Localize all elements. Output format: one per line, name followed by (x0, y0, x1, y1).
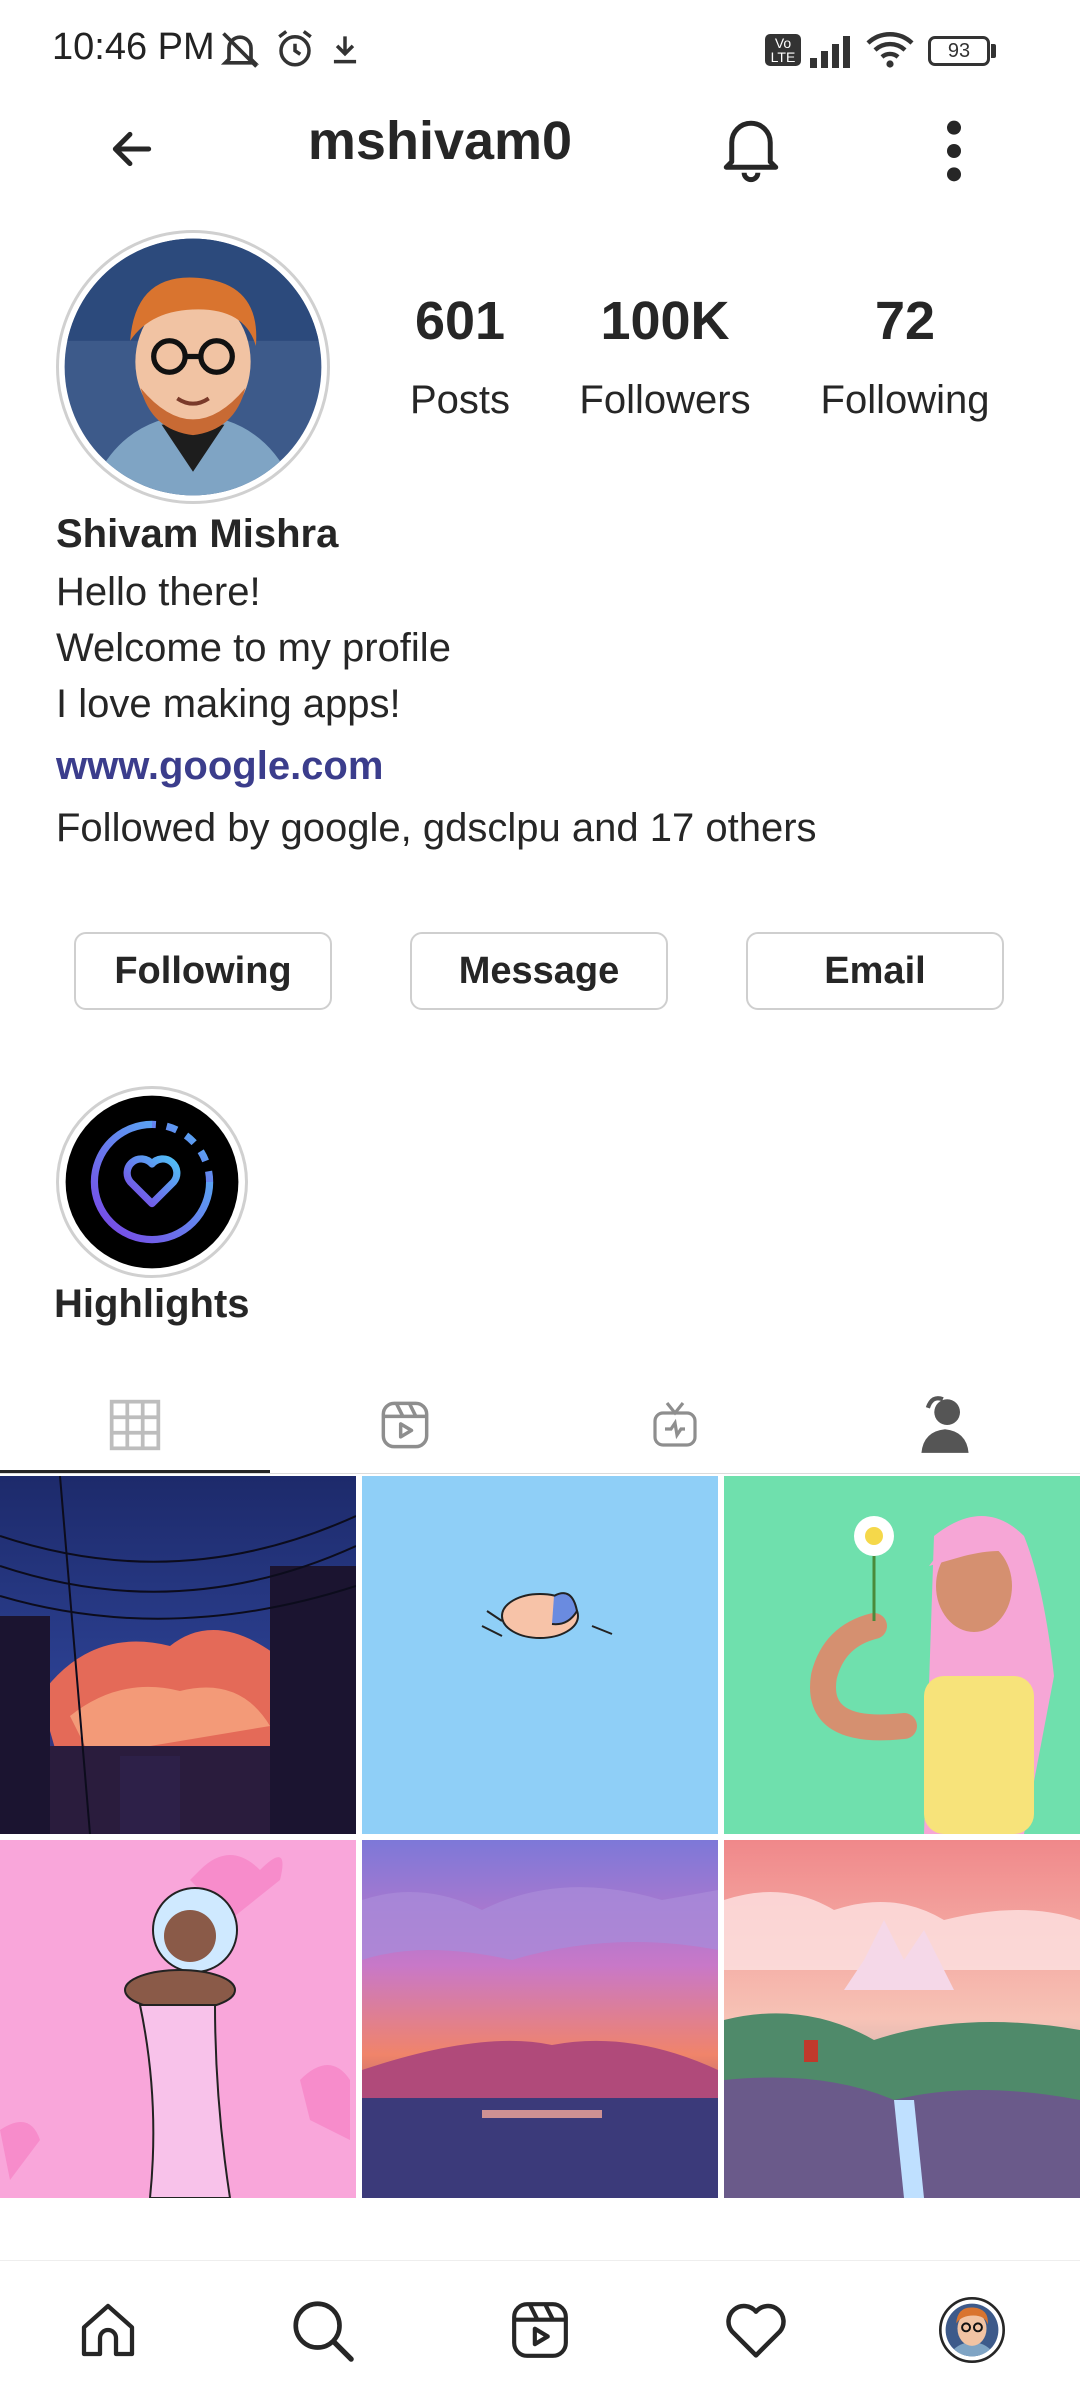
battery-icon: 93 (928, 36, 990, 66)
heart-icon (726, 2303, 786, 2358)
highlight-new[interactable] (56, 1086, 248, 1278)
bio-line: Welcome to my profile (56, 626, 451, 670)
post-thumbnail[interactable] (362, 1840, 718, 2198)
igtv-icon (653, 1402, 697, 1447)
message-button[interactable]: Message (410, 932, 668, 1010)
reels-icon (381, 1401, 429, 1449)
wifi-icon (866, 32, 914, 68)
nav-home[interactable] (68, 2290, 148, 2370)
posts-label: Posts (409, 378, 511, 422)
avatar-photo (64, 238, 322, 496)
status-time: 10:46 PM (52, 26, 215, 68)
nav-activity[interactable] (716, 2290, 796, 2370)
bio-link[interactable]: www.google.com (56, 744, 383, 789)
tab-posts-grid[interactable] (0, 1380, 270, 1470)
post-thumbnail[interactable] (362, 1476, 718, 1834)
post-thumbnail[interactable] (0, 1840, 356, 2198)
posts-stat[interactable]: 601 Posts (390, 290, 530, 423)
followed-by-text[interactable]: Followed by google, gdsclpu and 17 other… (56, 806, 817, 851)
volte-icon: Vo LTE (765, 34, 801, 66)
notification-bell-icon[interactable] (718, 112, 784, 184)
profile-avatar[interactable] (56, 230, 330, 504)
status-bar: 10:46 PM Vo LTE 93 (0, 0, 1080, 100)
posts-count: 601 (414, 291, 506, 351)
download-icon (333, 36, 357, 64)
search-icon (293, 2301, 354, 2362)
following-button[interactable]: Following (74, 932, 332, 1010)
bio-line: Hello there! (56, 570, 261, 614)
followers-count: 100K (600, 291, 730, 351)
reels-icon (512, 2302, 568, 2358)
nav-search[interactable] (282, 2290, 362, 2370)
signal-icon (810, 36, 850, 68)
post-thumbnail[interactable] (724, 1840, 1080, 2198)
active-tab-indicator (0, 1470, 270, 1473)
email-button[interactable]: Email (746, 932, 1004, 1010)
battery-level: 93 (947, 40, 971, 62)
bio-line: I love making apps! (56, 682, 401, 726)
post-thumbnail[interactable] (724, 1476, 1080, 1834)
following-stat[interactable]: 72 Following (800, 290, 1010, 423)
home-icon (81, 2303, 135, 2357)
tab-divider (0, 1473, 1080, 1474)
nav-profile[interactable] (932, 2290, 1012, 2370)
highlights-label: Highlights (54, 1282, 250, 1326)
tab-igtv[interactable] (540, 1380, 810, 1470)
more-options-icon[interactable] (934, 116, 974, 186)
following-label: Following (820, 378, 990, 422)
tab-tagged[interactable] (810, 1380, 1080, 1470)
followers-stat[interactable]: 100K Followers (560, 290, 770, 423)
tagged-person-icon (921, 1396, 969, 1453)
post-thumbnail[interactable] (0, 1476, 356, 1834)
battery-tip (991, 44, 996, 58)
following-count: 72 (874, 291, 936, 351)
profile-name: Shivam Mishra (56, 512, 339, 556)
highlight-heart-icon (65, 1095, 239, 1269)
profile-avatar-small (939, 2297, 1005, 2363)
nav-reels[interactable] (500, 2290, 580, 2370)
grid-icon (109, 1399, 161, 1451)
tab-reels[interactable] (270, 1380, 540, 1470)
mute-bell-icon (220, 32, 260, 68)
followers-label: Followers (579, 378, 751, 422)
alarm-icon (278, 30, 312, 67)
